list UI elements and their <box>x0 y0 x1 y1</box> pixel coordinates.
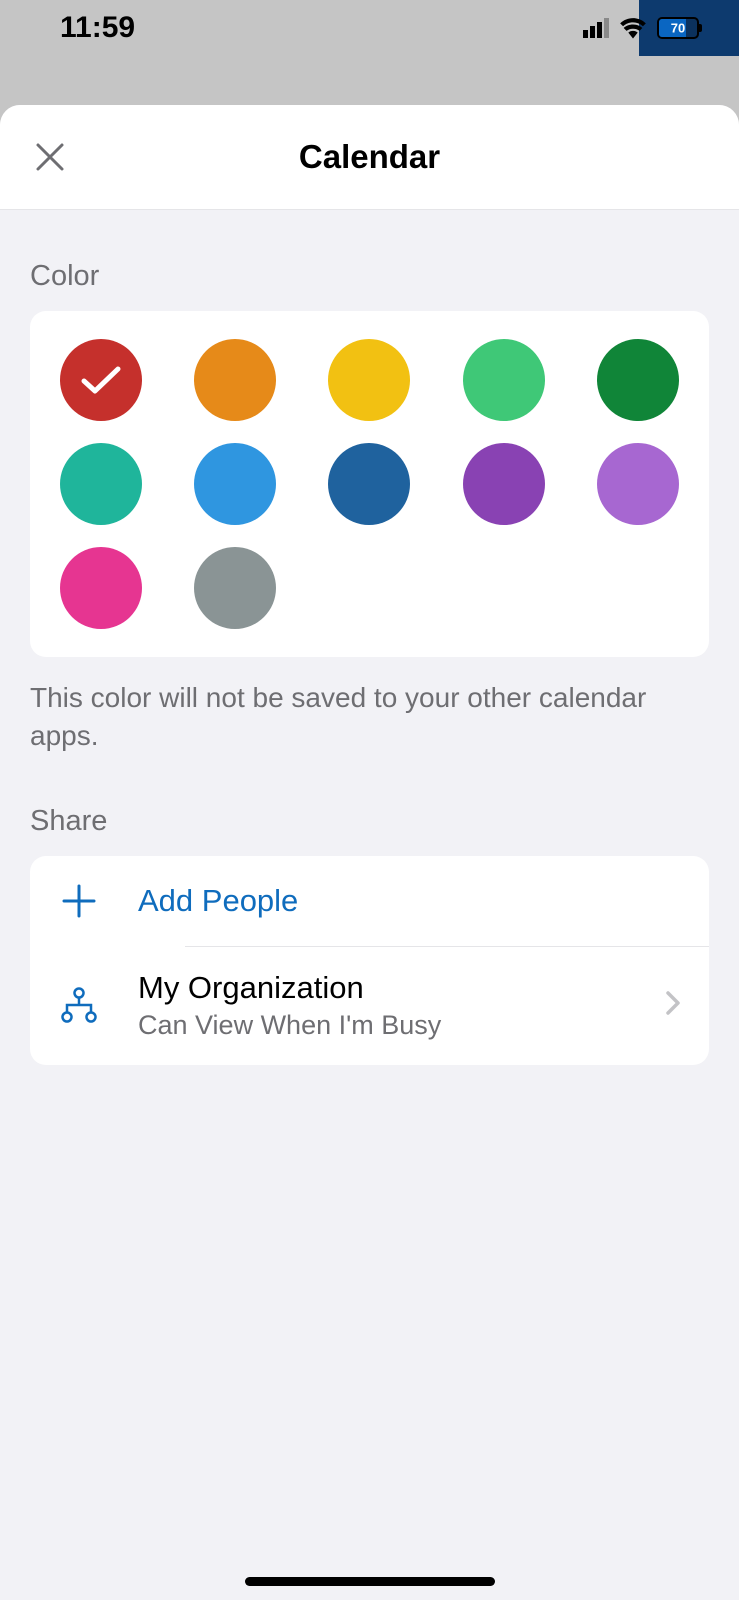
color-swatch-light-purple[interactable] <box>597 443 679 525</box>
checkmark-icon <box>80 364 122 396</box>
color-swatch-yellow[interactable] <box>328 339 410 421</box>
color-swatch-purple[interactable] <box>463 443 545 525</box>
status-icons: 70 <box>583 17 699 39</box>
add-people-label: Add People <box>138 883 681 919</box>
cellular-signal-icon <box>583 18 609 38</box>
organization-title: My Organization <box>138 970 665 1006</box>
color-picker-card <box>30 311 709 657</box>
modal-title: Calendar <box>299 138 440 176</box>
color-swatch-dark-blue[interactable] <box>328 443 410 525</box>
organization-subtitle: Can View When I'm Busy <box>138 1010 665 1041</box>
share-card: Add People My Organization Can View When… <box>30 856 709 1065</box>
status-bar: 11:59 70 <box>0 0 739 56</box>
color-swatch-teal[interactable] <box>60 443 142 525</box>
color-swatch-dark-green[interactable] <box>597 339 679 421</box>
wifi-icon <box>619 17 647 39</box>
battery-percent: 70 <box>671 21 685 36</box>
color-grid <box>58 339 681 629</box>
color-swatch-pink[interactable] <box>60 547 142 629</box>
share-section-label: Share <box>0 755 739 856</box>
add-people-row[interactable]: Add People <box>30 856 709 946</box>
close-button[interactable] <box>30 137 70 177</box>
battery-icon: 70 <box>657 17 699 39</box>
color-swatch-gray[interactable] <box>194 547 276 629</box>
close-icon <box>34 141 66 173</box>
color-swatch-red[interactable] <box>60 339 142 421</box>
color-swatch-blue[interactable] <box>194 443 276 525</box>
divider <box>185 946 709 947</box>
modal-header: Calendar <box>0 105 739 210</box>
modal-content: Color This color will not be saved to yo… <box>0 210 739 1065</box>
plus-icon <box>58 880 100 922</box>
chevron-right-icon <box>665 990 681 1021</box>
home-indicator[interactable] <box>245 1577 495 1586</box>
color-swatch-green[interactable] <box>463 339 545 421</box>
calendar-settings-modal: Calendar Color This color will not be sa… <box>0 105 739 1600</box>
color-section-label: Color <box>0 210 739 311</box>
color-help-text: This color will not be saved to your oth… <box>0 657 739 755</box>
color-swatch-orange[interactable] <box>194 339 276 421</box>
my-organization-row[interactable]: My Organization Can View When I'm Busy <box>30 946 709 1065</box>
organization-icon <box>58 984 100 1026</box>
status-time: 11:59 <box>60 11 135 45</box>
